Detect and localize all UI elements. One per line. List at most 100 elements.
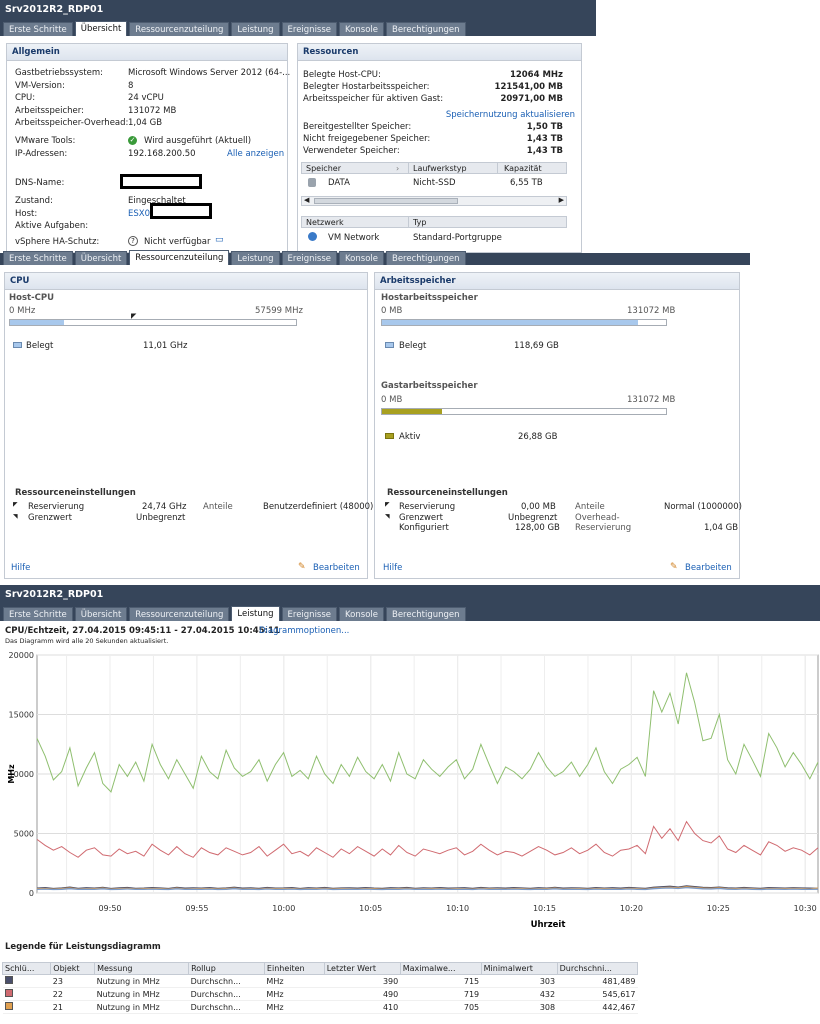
ressourcen-panel: Ressourcen Belegte Host-CPU: 12064 MHz Bel… <box>297 43 582 253</box>
show-all-ips-link[interactable]: Alle anzeigen <box>227 149 284 159</box>
ds-col-capacity[interactable]: Kapazität <box>504 164 542 173</box>
allgemein-label-0: Gastbetriebssystem: <box>15 68 104 78</box>
memory-panel: Arbeitsspeicher Hostarbeitsspeicher 0 MB… <box>374 272 742 579</box>
alloc-tab-1[interactable]: Übersicht <box>74 251 128 265</box>
host-link[interactable]: ESX0 <box>128 209 150 219</box>
overhead-value: 1,04 GB <box>704 523 739 533</box>
legend-table: Schlü... Objekt Messung Rollup Einheiten Letz… <box>1 962 639 1014</box>
perf-tab-0[interactable]: Erste Schritte <box>3 607 73 621</box>
pencil-icon[interactable]: ✎ <box>298 562 306 572</box>
legend-col-0[interactable]: Schlü... <box>1 962 52 975</box>
alloc-tab-5[interactable]: Konsole <box>339 251 384 265</box>
ds-capacity: 6,55 TB <box>510 178 543 188</box>
net-type: Standard-Portgruppe <box>413 233 502 243</box>
legend-cell-unit: MHz <box>264 1000 325 1014</box>
ressourcen-title: Ressourcen <box>298 44 581 61</box>
perf-tab-5[interactable]: Konsole <box>339 607 384 621</box>
perf-tab-4[interactable]: Ereignisse <box>281 607 338 621</box>
cpu-edit-link[interactable]: Bearbeiten <box>313 563 360 573</box>
ds-col-speicher[interactable]: Speicher <box>306 164 341 173</box>
legend-cell-obj: 21 <box>50 1000 95 1014</box>
mem-edit-link[interactable]: Bearbeiten <box>685 563 732 573</box>
overview-tab-3[interactable]: Leistung <box>231 22 280 36</box>
alloc-tab-2[interactable]: Ressourcenzuteilung <box>129 250 230 265</box>
legend-cell-obj: 23 <box>50 974 95 988</box>
cpu-performance-chart: 2000015000100005000009:50 09:55 10:00 10:05… <box>7 651 819 930</box>
network-header: Netzwerk Typ <box>301 216 567 228</box>
guest-mem-label: Gastarbeitsspeicher <box>381 381 478 391</box>
overview-tab-4[interactable]: Ereignisse <box>281 22 338 36</box>
net-col-type[interactable]: Typ <box>413 218 426 227</box>
legend-row[interactable]: 22 Nutzung in MHz Durchschn... MHz 490 719 432… <box>2 987 638 1001</box>
ds-name[interactable]: DATA <box>328 178 350 188</box>
legend-col-1[interactable]: Objekt <box>50 962 96 975</box>
legend-col-4[interactable]: Einheiten <box>263 962 325 975</box>
overhead-label-2: Reservierung <box>575 523 632 533</box>
legend-col-6[interactable]: Maximalwe... <box>399 962 482 975</box>
cpu-anteile-label: Anteile <box>203 502 233 512</box>
legend-col-7[interactable]: Minimalwert <box>480 962 558 975</box>
cpu-min: 0 MHz <box>9 306 36 316</box>
allgemein-label-2: CPU: <box>15 93 36 103</box>
legend-cell-last: 390 <box>324 974 401 988</box>
perf-tab-3[interactable]: Leistung <box>231 606 280 621</box>
cpu-help-link[interactable]: Hilfe <box>11 563 30 573</box>
perf-tab-6[interactable]: Berechtigungen <box>386 607 466 621</box>
alloc-tab-0[interactable]: Erste Schritte <box>3 251 73 265</box>
ds-hscrollbar[interactable]: ◀ ▶ <box>301 196 567 206</box>
legend-col-3[interactable]: Rollup <box>188 962 265 975</box>
mem-help-link[interactable]: Hilfe <box>383 563 402 573</box>
stor-label-1: Nicht freigegebener Speicher: <box>303 134 431 144</box>
legend-col-2[interactable]: Messung <box>94 962 190 975</box>
allgemein-value-2: 24 vCPU <box>128 93 164 103</box>
overview-tab-5[interactable]: Konsole <box>339 22 384 36</box>
network-icon <box>308 232 317 241</box>
scroll-right-icon[interactable]: ▶ <box>559 196 564 204</box>
legend-col-5[interactable]: Letzter Wert <box>323 962 401 975</box>
cpu-settings-title: Ressourceneinstellungen <box>15 488 136 498</box>
stor-label-0: Bereitgestellter Speicher: <box>303 122 412 132</box>
alloc-tab-3[interactable]: Leistung <box>231 251 280 265</box>
mem-pencil-icon[interactable]: ✎ <box>670 562 678 572</box>
cpu-limit-label: Grenzwert <box>28 513 72 523</box>
tab-bar-3: Erste Schritte Übersicht Ressourcenzuteilu… <box>0 604 820 621</box>
reservation-icon: ◤ <box>13 501 18 508</box>
legend-row[interactable]: 23 Nutzung in MHz Durchschn... MHz 390 715 303… <box>2 974 638 988</box>
legend-cell-min: 432 <box>481 987 558 1001</box>
perf-tab-2[interactable]: Ressourcenzuteilung <box>129 607 230 621</box>
overview-tab-2[interactable]: Ressourcenzuteilung <box>129 22 230 36</box>
aktiv-swatch <box>385 433 394 439</box>
overview-tab-0[interactable]: Erste Schritte <box>3 22 73 36</box>
legend-cell-last: 410 <box>324 1000 401 1014</box>
guest-mem-min: 0 MB <box>381 395 403 405</box>
tab-bar: Erste Schritte Übersicht Ressourcenzuteilu… <box>0 19 596 36</box>
legend-row[interactable]: 21 Nutzung in MHz Durchschn... MHz 410 705 308… <box>2 1000 638 1014</box>
res-value-0: 12064 MHz <box>509 70 563 80</box>
ds-col-type[interactable]: Laufwerkstyp <box>413 164 467 173</box>
chart-options-link[interactable]: Diagrammoptionen... <box>259 626 349 636</box>
net-name[interactable]: VM Network <box>328 233 379 243</box>
overview-tab-6[interactable]: Berechtigungen <box>386 22 466 36</box>
cpu-max: 57599 MHz <box>255 306 303 316</box>
speech-bubble-icon[interactable]: ▭ <box>215 235 224 245</box>
legend-cell-unit: MHz <box>264 987 325 1001</box>
host-mem-min: 0 MB <box>381 306 403 316</box>
ha-value: Nicht verfügbar <box>144 237 211 247</box>
res-value-2: 20971,00 MB <box>500 94 563 104</box>
scroll-thumb[interactable] <box>314 198 458 204</box>
mem-res-label: Reservierung <box>399 502 456 512</box>
legend-col-8[interactable]: Durchschni... <box>556 962 639 975</box>
allgemein-title: Allgemein <box>7 44 287 61</box>
host-mem-fill <box>382 320 638 325</box>
mem-limit-icon: ◥ <box>385 513 390 520</box>
scroll-left-icon[interactable]: ◀ <box>304 196 309 204</box>
net-col-name[interactable]: Netzwerk <box>306 218 344 227</box>
overview-tab-1[interactable]: Übersicht <box>74 21 128 36</box>
alloc-tab-4[interactable]: Ereignisse <box>281 251 338 265</box>
legend-cell-min: 303 <box>481 974 558 988</box>
legend-cell-mess: Nutzung in MHz <box>94 1000 189 1014</box>
alloc-tab-6[interactable]: Berechtigungen <box>386 251 466 265</box>
datastore-header: Speicher › Laufwerkstyp Kapazität <box>301 162 567 174</box>
refresh-storage-link[interactable]: Speichernutzung aktualisieren <box>446 110 575 120</box>
perf-tab-1[interactable]: Übersicht <box>74 607 128 621</box>
